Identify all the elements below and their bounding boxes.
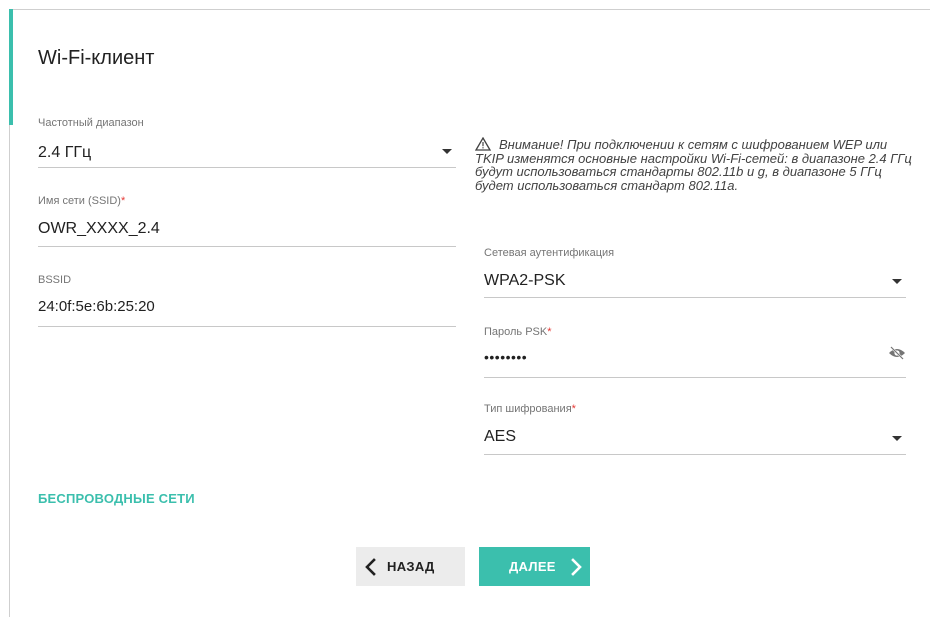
back-button[interactable]: НАЗАД bbox=[356, 547, 465, 586]
chevron-down-icon bbox=[442, 149, 452, 154]
back-button-label: НАЗАД bbox=[387, 559, 435, 574]
required-mark: * bbox=[571, 403, 576, 415]
chevron-right-icon bbox=[570, 557, 582, 576]
bssid-value: 24:0f:5e:6b:25:20 bbox=[38, 298, 155, 315]
psk-field[interactable]: Пароль PSK* •••••••• bbox=[484, 319, 906, 378]
ssid-field[interactable]: Имя сети (SSID)* OWR_XXXX_2.4 bbox=[38, 190, 456, 247]
ssid-value: OWR_XXXX_2.4 bbox=[38, 220, 160, 237]
psk-value: •••••••• bbox=[484, 349, 528, 365]
encryption-value: AES bbox=[484, 428, 517, 445]
eye-off-icon[interactable] bbox=[888, 346, 906, 360]
band-value: 2.4 ГГц bbox=[38, 144, 92, 161]
required-mark: * bbox=[547, 326, 552, 338]
next-button[interactable]: ДАЛЕЕ bbox=[479, 547, 590, 586]
chevron-down-icon bbox=[892, 279, 902, 284]
warning-text: Внимание! При подключении к сетям с шифр… bbox=[475, 137, 912, 193]
encryption-select[interactable]: Тип шифрования* AES bbox=[484, 396, 906, 455]
ssid-label: Имя сети (SSID)* bbox=[38, 195, 126, 207]
accent-bar bbox=[9, 9, 13, 125]
wireless-networks-link[interactable]: БЕСПРОВОДНЫЕ СЕТИ bbox=[38, 491, 195, 506]
band-select[interactable]: Частотный диапазон 2.4 ГГц bbox=[38, 112, 456, 168]
encryption-label: Тип шифрования* bbox=[484, 403, 576, 415]
next-button-label: ДАЛЕЕ bbox=[509, 559, 556, 574]
chevron-down-icon bbox=[892, 436, 902, 441]
bssid-field[interactable]: BSSID 24:0f:5e:6b:25:20 bbox=[38, 269, 456, 327]
band-label: Частотный диапазон bbox=[38, 117, 144, 129]
auth-select[interactable]: Сетевая аутентификация WPA2-PSK bbox=[484, 240, 906, 298]
auth-value: WPA2-PSK bbox=[484, 272, 566, 289]
card-title: Wi-Fi-клиент bbox=[38, 47, 155, 69]
chevron-left-icon bbox=[365, 557, 376, 576]
warning-message: Внимание! При подключении к сетям с шифр… bbox=[475, 137, 915, 192]
auth-label: Сетевая аутентификация bbox=[484, 247, 615, 259]
bssid-label: BSSID bbox=[38, 274, 72, 286]
warning-triangle-icon bbox=[475, 137, 491, 151]
psk-label: Пароль PSK* bbox=[484, 326, 552, 338]
required-mark: * bbox=[120, 195, 126, 207]
